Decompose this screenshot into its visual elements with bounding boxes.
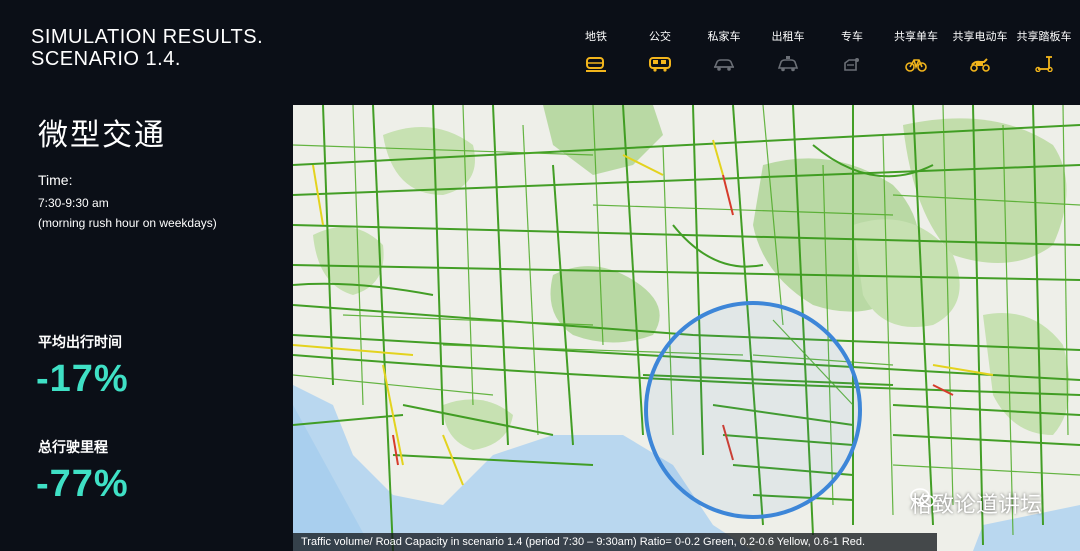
taxi-icon xyxy=(777,56,799,72)
mode-shared-bike[interactable]: 共享单车 xyxy=(884,30,948,80)
ride-hailing-icon xyxy=(844,58,859,71)
time-note: (morning rush hour on weekdays) xyxy=(38,216,217,230)
mode-label: 地铁 xyxy=(585,31,607,43)
watermark: 格致论道讲坛 xyxy=(910,487,1042,519)
title-line-1: SIMULATION RESULTS. xyxy=(31,26,264,48)
mode-label: 共享单车 xyxy=(894,31,938,43)
bicycle-icon xyxy=(905,59,927,72)
bus-icon xyxy=(649,57,671,72)
mode-private-car[interactable]: 私家车 xyxy=(692,30,756,80)
mode-label: 私家车 xyxy=(707,31,741,43)
mode-shared-ebike[interactable]: 共享电动车 xyxy=(948,30,1012,80)
map-canvas xyxy=(293,105,1080,551)
mode-label: 共享电动车 xyxy=(952,31,1008,43)
total-distance-label: 总行驶里程 xyxy=(38,440,108,456)
mode-shared-kick-scooter[interactable]: 共享踏板车 xyxy=(1012,30,1076,80)
mode-ride-hailing[interactable]: 专车 xyxy=(820,30,884,80)
scooter-icon xyxy=(970,58,990,72)
mode-label: 出租车 xyxy=(771,31,805,43)
time-value: 7:30-9:30 am xyxy=(38,196,109,210)
mode-selector: 地铁 公交 私家车 出租车 专车 共享单车 共享电动车 共享踏板车 xyxy=(564,30,1078,80)
mode-label: 公交 xyxy=(649,31,671,43)
wechat-icon xyxy=(910,488,935,508)
total-distance-value: -77% xyxy=(36,463,129,505)
section-heading: 微型交通 xyxy=(38,118,166,153)
map-caption: Traffic volume/ Road Capacity in scenari… xyxy=(293,533,937,551)
car-icon xyxy=(713,59,735,71)
mode-metro[interactable]: 地铁 xyxy=(564,30,628,80)
mode-label: 专车 xyxy=(841,31,863,43)
title-line-2: SCENARIO 1.4. xyxy=(31,48,181,70)
metro-icon xyxy=(586,57,606,72)
avg-travel-time-label: 平均出行时间 xyxy=(38,335,122,351)
mode-label: 共享踏板车 xyxy=(1016,31,1072,43)
traffic-map[interactable]: 格致论道讲坛 Traffic volume/ Road Capacity in … xyxy=(293,105,1080,551)
kick-scooter-icon xyxy=(1035,56,1053,72)
focus-area-circle xyxy=(644,301,862,519)
top-bar: SIMULATION RESULTS. SCENARIO 1.4. 地铁 公交 … xyxy=(0,0,1080,105)
page-title: SIMULATION RESULTS. SCENARIO 1.4. xyxy=(31,26,263,70)
mode-bus[interactable]: 公交 xyxy=(628,30,692,80)
avg-travel-time-value: -17% xyxy=(36,358,129,400)
time-label: Time: xyxy=(38,172,73,188)
mode-taxi[interactable]: 出租车 xyxy=(756,30,820,80)
